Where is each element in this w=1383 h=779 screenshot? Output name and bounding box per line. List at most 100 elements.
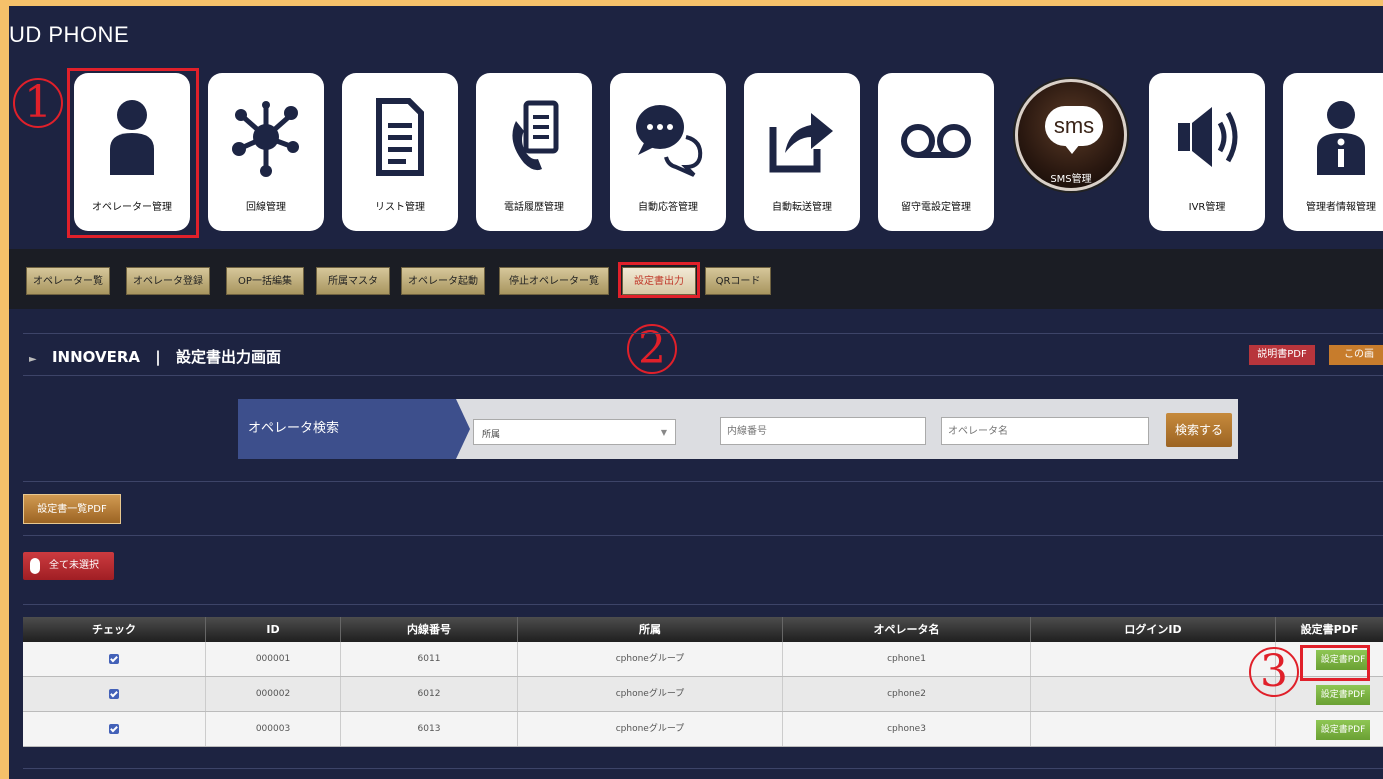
cell-extension: 6011 [341,642,518,676]
triangle-icon: ► [29,354,37,365]
main-menu: オペレーター管理 回線管理 リスト管理 電話履歴管理 自動応答管理 自動転送管理 [9,69,1383,249]
unselect-all-button[interactable]: 全て未選択 [23,552,114,580]
tile-sms[interactable]: sms SMS管理 [1014,73,1130,231]
tile-list[interactable]: リスト管理 [342,73,458,231]
table-row: 000001 6011 cphoneグループ cphone1 設定書PDF [23,642,1383,677]
settings-list-pdf-button[interactable]: 設定書一覧PDF [23,494,121,524]
tile-auto-forward[interactable]: 自動転送管理 [744,73,860,231]
tile-label: 自動転送管理 [772,202,832,213]
header-affiliation: 所属 [518,617,783,642]
cell-login-id [1031,642,1276,676]
cell-operator-name: cphone3 [783,712,1031,746]
subnav-stopped-operators[interactable]: 停止オペレーター覧 [499,267,609,295]
header-check: チェック [23,617,206,642]
tile-admin-info[interactable]: 管理者情報管理 [1283,73,1383,231]
sms-icon: sms SMS管理 [1015,79,1127,191]
cell-id: 000003 [206,712,341,746]
operator-search-panel: オペレータ検索 所属 ▼ 検索する [238,399,1238,459]
row-checkbox[interactable] [109,688,119,699]
divider [23,604,1383,605]
page-header: ► INNOVERA | 設定書出力画面 [29,346,281,367]
divider [23,333,1383,334]
highlight-box-settings-pdf [1300,645,1370,681]
subnav-affiliation-master[interactable]: 所属マスタ [316,267,390,295]
tile-label: IVR管理 [1188,202,1226,213]
row-check-cell [23,677,206,711]
annotation-1: 1 [13,78,63,128]
operator-table: チェック ID 内線番号 所属 オペレータ名 ログインID 設定書PDF 000… [23,617,1383,747]
header-login-id: ログインID [1031,617,1276,642]
affiliation-select[interactable]: 所属 ▼ [473,419,676,445]
divider [23,535,1383,536]
voicemail-icon [901,124,971,158]
tile-label: 留守電設定管理 [901,202,971,213]
settings-pdf-button[interactable]: 設定書PDF [1316,685,1370,705]
network-icon [232,101,299,177]
cell-settings-pdf: 設定書PDF [1276,712,1383,746]
chat-bubbles-icon [636,105,703,177]
header-settings-pdf: 設定書PDF [1276,617,1383,642]
sms-bubble: sms [1045,106,1103,146]
cell-operator-name: cphone1 [783,642,1031,676]
cell-affiliation: cphoneグループ [518,712,783,746]
highlight-box-operator [67,68,199,238]
divider [23,768,1383,769]
cell-id: 000002 [206,677,341,711]
row-checkbox[interactable] [109,653,119,664]
subnav-qr-code[interactable]: QRコード [705,267,771,295]
phone-log-icon [512,100,559,171]
header-id: ID [206,617,341,642]
tile-call-history[interactable]: 電話履歴管理 [476,73,592,231]
cell-login-id [1031,677,1276,711]
cell-login-id [1031,712,1276,746]
divider [23,375,1383,376]
forward-share-icon [769,113,833,173]
row-checkbox[interactable] [109,723,119,734]
subnav-operator-start[interactable]: オペレータ起動 [401,267,485,295]
subnav-operator-list[interactable]: オペレーター覧 [26,267,110,295]
divider [23,481,1383,482]
company-name: INNOVERA [51,348,140,366]
settings-pdf-button[interactable]: 設定書PDF [1316,720,1370,740]
header-operator-name: オペレータ名 [783,617,1031,642]
tile-label: SMS管理 [1050,174,1092,185]
subnav-op-bulk-edit[interactable]: OP一括編集 [226,267,304,295]
cell-extension: 6013 [341,712,518,746]
this-page-button[interactable]: この画 [1329,345,1383,365]
subnav-operator-register[interactable]: オペレータ登録 [126,267,210,295]
unselect-all-label: 全て未選択 [49,560,99,571]
tile-label: 管理者情報管理 [1306,202,1376,213]
highlight-box-settings-export [618,262,700,298]
cell-affiliation: cphoneグループ [518,677,783,711]
app-frame: UD PHONE オペレーター管理 回線管理 リスト管理 電話履歴管理 自動応答… [9,6,1383,779]
tile-label: 電話履歴管理 [504,202,564,213]
cell-extension: 6012 [341,677,518,711]
annotation-2: 2 [627,324,677,374]
document-list-icon [376,98,424,176]
sms-bubble-tail [1064,144,1080,154]
header-extension: 内線番号 [341,617,518,642]
page-title: 設定書出力画面 [175,348,281,366]
tile-line[interactable]: 回線管理 [208,73,324,231]
table-body: 000001 6011 cphoneグループ cphone1 設定書PDF 00… [23,642,1383,747]
annotation-3: 3 [1249,647,1299,697]
tile-auto-response[interactable]: 自動応答管理 [610,73,726,231]
affiliation-value: 所属 [482,430,501,440]
cell-operator-name: cphone2 [783,677,1031,711]
manual-pdf-button[interactable]: 説明書PDF [1249,345,1315,365]
table-row: 000003 6013 cphoneグループ cphone3 設定書PDF [23,712,1383,747]
app-title: UD PHONE [9,22,130,47]
tile-label: リスト管理 [375,202,425,213]
speaker-icon [1178,107,1238,167]
cell-affiliation: cphoneグループ [518,642,783,676]
tile-label: 回線管理 [246,202,286,213]
tile-ivr[interactable]: IVR管理 [1149,73,1265,231]
cell-id: 000001 [206,642,341,676]
table-header: チェック ID 内線番号 所属 オペレータ名 ログインID 設定書PDF [23,617,1383,642]
chevron-down-icon: ▼ [660,428,667,437]
operator-name-input[interactable] [941,417,1149,445]
extension-number-input[interactable] [720,417,926,445]
search-button[interactable]: 検索する [1166,413,1232,447]
tile-voicemail[interactable]: 留守電設定管理 [878,73,994,231]
tile-label: 自動応答管理 [638,202,698,213]
